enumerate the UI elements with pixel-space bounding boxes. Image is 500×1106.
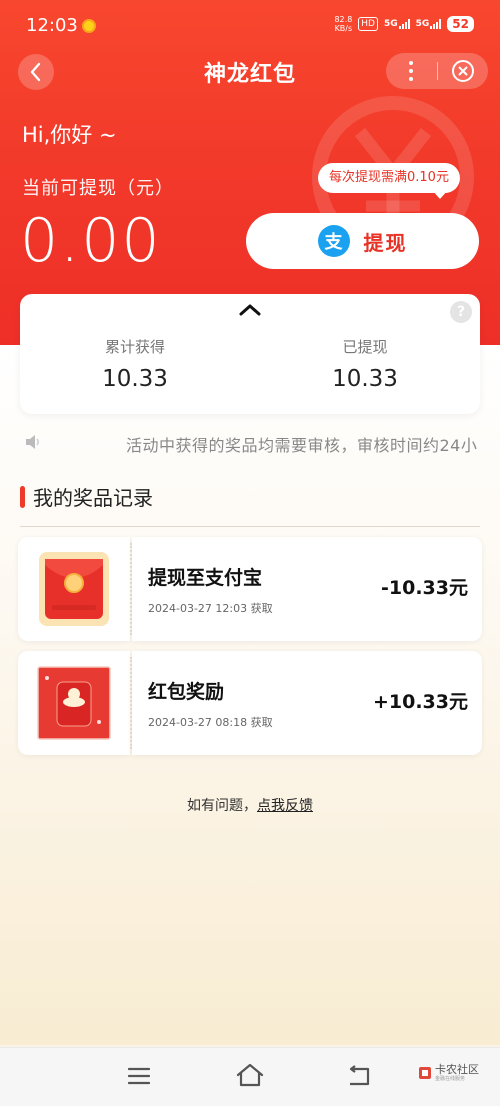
speaker-icon xyxy=(26,435,39,449)
battery-icon: 52 xyxy=(447,16,474,32)
home-icon[interactable] xyxy=(236,1063,264,1087)
section-divider xyxy=(20,526,480,527)
summary-card: ? 累计获得 10.33 已提现 10.33 xyxy=(20,294,480,414)
mini-app-capsule xyxy=(386,53,488,89)
section-accent-bar xyxy=(20,485,25,508)
feedback-prefix: 如有问题， xyxy=(187,798,257,814)
more-icon xyxy=(409,61,414,81)
status-time: 12:03 xyxy=(26,15,78,36)
feedback-link[interactable]: 点我反馈 xyxy=(257,798,313,814)
notification-dot-icon xyxy=(82,19,96,33)
greeting: Hi,你好 ~ xyxy=(22,123,117,147)
stat-withdrawn-value: 10.33 xyxy=(332,366,398,392)
watermark-name: 卡农社区 xyxy=(435,1063,479,1076)
record-body: 红包奖励 2024-03-27 08:18 获取 +10.33元 xyxy=(132,651,482,755)
notice-text: 活动中获得的奖品均需要审核，审核时间约24小 xyxy=(126,436,478,455)
record-thumbnail xyxy=(18,651,130,755)
chevron-up-icon[interactable] xyxy=(239,304,261,316)
records-title: 我的奖品记录 xyxy=(33,486,153,510)
withdraw-button[interactable]: 支 提现 xyxy=(246,213,479,269)
stat-earned-value: 10.33 xyxy=(102,366,168,392)
stat-withdrawn: 已提现 10.33 xyxy=(250,336,480,392)
red-envelope-reward-icon xyxy=(37,666,111,740)
record-item[interactable]: 红包奖励 2024-03-27 08:18 获取 +10.33元 xyxy=(18,651,482,755)
record-amount: -10.33元 xyxy=(381,577,468,599)
system-nav-bar: 卡农社区 金融在线服务 xyxy=(0,1047,500,1106)
record-title: 提现至支付宝 xyxy=(148,567,263,589)
hd-badge: HD xyxy=(358,17,378,31)
notice-bar: 活动中获得的奖品均需要审核，审核时间约24小 xyxy=(0,426,500,460)
watermark-icon xyxy=(419,1067,431,1079)
record-amount: +10.33元 xyxy=(372,691,468,713)
close-icon xyxy=(451,60,474,82)
record-item[interactable]: 提现至支付宝 2024-03-27 12:03 获取 -10.33元 xyxy=(18,537,482,641)
status-bar: 12:03 82.8 KB/s HD 5G 5G 52 xyxy=(0,0,500,52)
sim1-signal-icon: 5G xyxy=(384,19,410,29)
watermark-logo: 卡农社区 金融在线服务 xyxy=(418,1064,479,1082)
more-button[interactable] xyxy=(386,53,437,89)
record-title: 红包奖励 xyxy=(148,681,225,703)
records-header: 我的奖品记录 xyxy=(20,482,153,511)
status-indicators: 82.8 KB/s HD 5G 5G 52 xyxy=(334,15,474,33)
record-thumbnail xyxy=(18,537,130,641)
stat-earned: 累计获得 10.33 xyxy=(20,336,250,392)
net-speed: 82.8 KB/s xyxy=(334,15,353,33)
sim2-signal-icon: 5G xyxy=(416,19,442,29)
alipay-icon: 支 xyxy=(317,225,350,257)
tip-tail xyxy=(432,190,448,199)
balance-value: 0.00 xyxy=(20,206,162,276)
red-envelope-icon xyxy=(39,552,109,626)
withdraw-label: 提现 xyxy=(363,230,408,255)
record-time: 2024-03-27 12:03 获取 xyxy=(148,602,273,615)
stat-earned-label: 累计获得 xyxy=(104,338,165,356)
withdraw-minimum-tip: 每次提现需满0.10元 xyxy=(318,163,460,193)
feedback-line: 如有问题，点我反馈 xyxy=(0,795,500,815)
return-icon[interactable] xyxy=(346,1065,372,1087)
balance-label: 当前可提现（元） xyxy=(22,178,174,199)
menu-icon[interactable] xyxy=(128,1067,150,1085)
record-body: 提现至支付宝 2024-03-27 12:03 获取 -10.33元 xyxy=(132,537,482,641)
stat-withdrawn-label: 已提现 xyxy=(342,338,388,356)
record-time: 2024-03-27 08:18 获取 xyxy=(148,716,273,729)
help-icon[interactable]: ? xyxy=(450,301,472,323)
watermark-sub: 金融在线服务 xyxy=(435,1076,466,1082)
close-button[interactable] xyxy=(438,53,489,89)
